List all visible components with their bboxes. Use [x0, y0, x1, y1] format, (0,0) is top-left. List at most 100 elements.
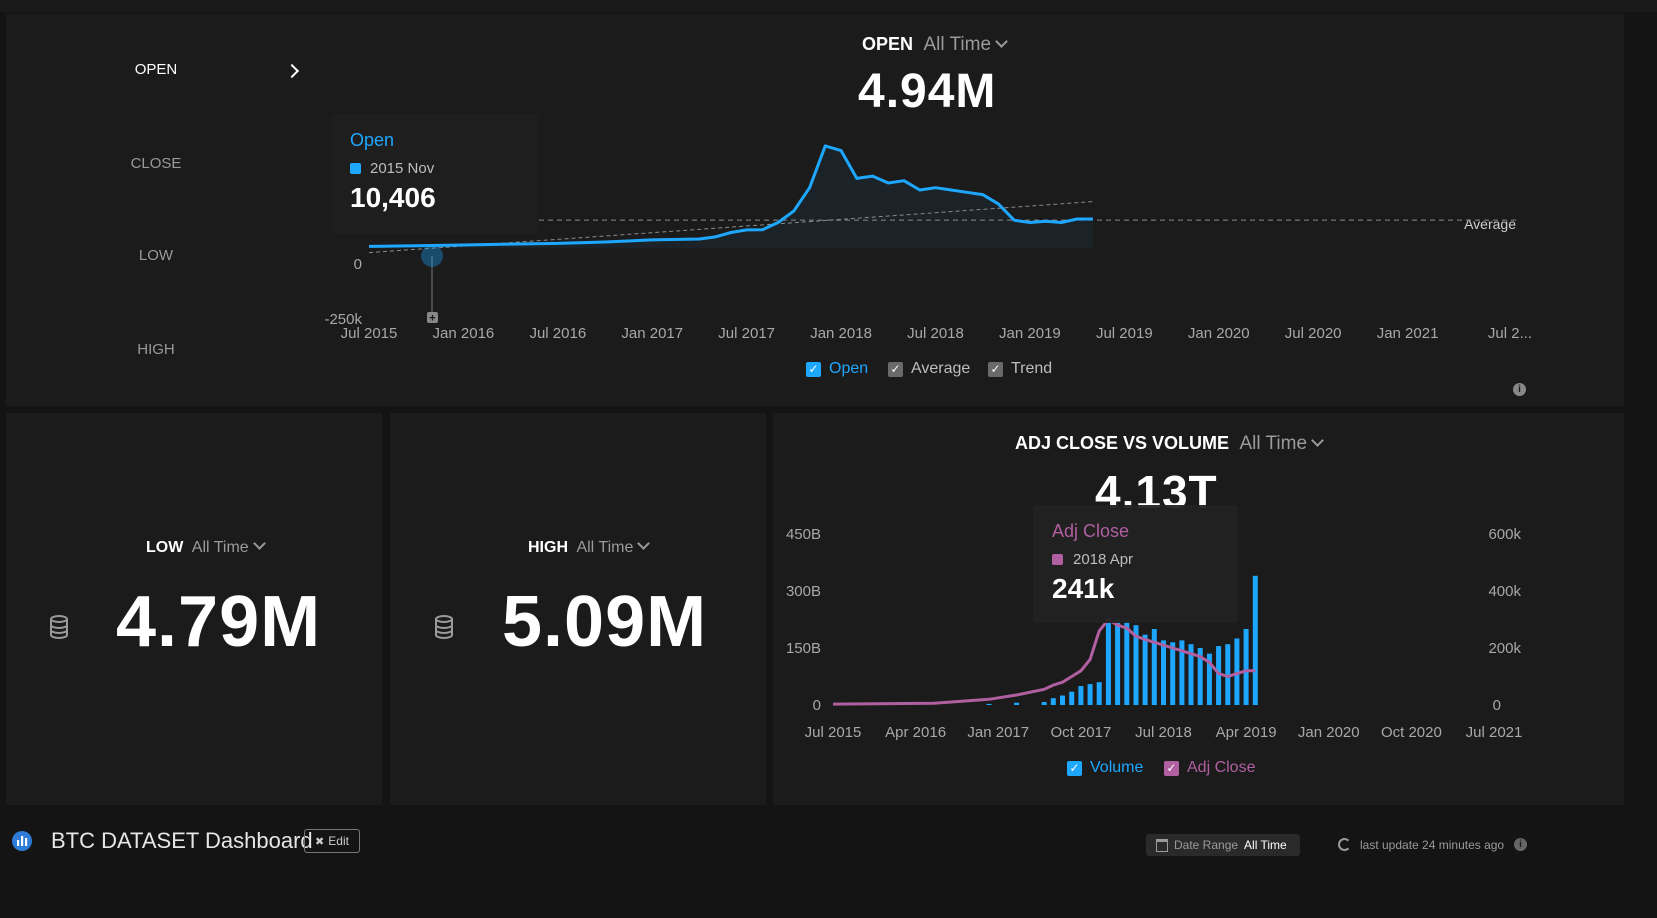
date-range-value: All Time [1244, 838, 1287, 852]
open-legend-average[interactable]: ✓ Average [888, 360, 970, 378]
volume-bar [1105, 617, 1111, 705]
volume-bar [1124, 621, 1130, 705]
adj-legend-volume[interactable]: ✓ Volume [1067, 759, 1143, 777]
open-x-tick-label: Jan 2018 [810, 325, 872, 342]
legend-label: Adj Close [1187, 759, 1256, 776]
volume-bar [1243, 629, 1249, 705]
checkbox-checked-icon: ✓ [1164, 760, 1179, 776]
adj-yleft-3: 0 [813, 697, 821, 714]
open-legend-open[interactable]: ✓ Open [806, 360, 868, 378]
adj-yleft-0: 450B [786, 526, 821, 543]
adj-legend-adjclose[interactable]: ✓ Adj Close [1164, 759, 1255, 777]
volume-bar [986, 703, 992, 705]
adj-x-tick-label: Jul 2021 [1466, 724, 1523, 741]
date-range-label: Date Range [1174, 838, 1239, 852]
adj-x-tick-label: Jul 2018 [1135, 724, 1192, 741]
high-period-label: All Time [576, 539, 634, 556]
database-icon [435, 615, 453, 639]
open-x-tick-label: Jan 2016 [433, 325, 495, 342]
volume-bar [1078, 686, 1084, 705]
open-x-tick-label: Jan 2017 [621, 325, 683, 342]
edit-label: Edit [328, 834, 349, 848]
checkbox-checked-icon: ✓ [888, 361, 903, 377]
adj-x-tick-label: Oct 2020 [1381, 724, 1442, 741]
legend-label: Volume [1090, 759, 1144, 776]
open-x-tick-label: Jul 2016 [529, 325, 586, 342]
open-x-tick-label: Jul 2017 [718, 325, 775, 342]
tooltip-period: 2015 Nov [370, 160, 435, 177]
open-legend-trend[interactable]: ✓ Trend [988, 360, 1052, 378]
hover-point [421, 245, 443, 267]
low-period-label: All Time [191, 539, 249, 556]
volume-bar [1252, 575, 1258, 705]
adj-x-tick-label: Apr 2016 [885, 724, 946, 741]
volume-bar [1069, 691, 1075, 705]
checkbox-checked-icon: ✓ [1067, 760, 1082, 776]
high-value: 5.09M [502, 582, 708, 662]
low-title: LOW [146, 539, 184, 556]
high-panel: HIGH All Time 5.09M [390, 413, 766, 805]
volume-bar [1041, 702, 1047, 705]
legend-label: Trend [1011, 360, 1053, 377]
tooltip-period: 2018 Apr [1073, 551, 1134, 568]
volume-bar [1115, 619, 1121, 705]
open-x-tick-label: Jan 2021 [1377, 325, 1439, 342]
high-header: HIGH All Time [528, 537, 651, 557]
volume-bar [1161, 640, 1166, 705]
edit-button[interactable]: ✖ Edit [304, 829, 360, 853]
dashboard-logo-icon [12, 831, 32, 851]
chevron-down-icon [252, 537, 266, 550]
low-period-select[interactable]: All Time [191, 537, 266, 556]
open-panel: OPEN CLOSE LOW HIGH OPEN All Time 4.94M … [6, 14, 1624, 406]
volume-bar [1060, 695, 1065, 705]
tooltip-swatch [350, 163, 361, 174]
adj-yleft-1: 300B [786, 583, 821, 600]
volume-bar [1096, 682, 1102, 705]
low-header: LOW All Time [146, 537, 266, 557]
volume-bar [1142, 634, 1148, 705]
tooltip-value: 10,406 [350, 182, 436, 213]
low-value: 4.79M [116, 582, 322, 662]
adj-tooltip: Adj Close 2018 Apr 241k [1033, 505, 1238, 623]
adj-x-tick-label: Oct 2017 [1050, 724, 1111, 741]
adj-x-tick-label: Apr 2019 [1216, 724, 1277, 741]
info-icon[interactable]: i [1513, 383, 1526, 396]
volume-bar [1170, 642, 1176, 705]
adj-yright-1: 400k [1488, 583, 1521, 600]
info-icon[interactable]: i [1514, 838, 1527, 851]
footer: BTC DATASET Dashboard ✖ Edit Date Range … [0, 812, 1657, 862]
open-x-tick-label: Jan 2020 [1188, 325, 1250, 342]
tooltip-swatch [1052, 554, 1063, 565]
open-x-tick-label: Jul 2019 [1096, 325, 1153, 342]
volume-bar [1050, 698, 1056, 705]
adj-x-tick-label: Jan 2017 [967, 724, 1029, 741]
plus-icon-glyph: + [429, 313, 435, 325]
open-chart: 0 -250k Average Jul 2015 Jan 2016 Jul 2016… [324, 144, 1532, 342]
volume-bar [1014, 702, 1020, 705]
last-update: last update 24 minutes ago [1360, 838, 1505, 852]
volume-bar [1087, 684, 1093, 705]
dashboard-title: BTC DATASET Dashboard [51, 828, 313, 853]
average-label: Average [1464, 216, 1516, 232]
tooltip-series: Open [350, 130, 395, 150]
open-tooltip: Open 2015 Nov 10,406 [332, 114, 539, 234]
adj-x-tick-label: Jan 2020 [1298, 724, 1360, 741]
database-icon [50, 615, 68, 639]
low-panel: LOW All Time 4.79M [6, 413, 382, 805]
adj-yright-2: 200k [1488, 640, 1521, 657]
high-period-select[interactable]: All Time [576, 537, 651, 556]
tooltip-series: Adj Close [1052, 521, 1130, 541]
open-x-tick-label: Jul 2020 [1285, 325, 1342, 342]
top-strip [0, 0, 1657, 12]
refresh-icon[interactable] [1338, 838, 1351, 851]
high-title: HIGH [528, 539, 568, 556]
adj-yright-3: 0 [1493, 697, 1501, 714]
open-x-tick-label: Jul 2... [1488, 325, 1532, 342]
open-x-tick-label: Jul 2018 [907, 325, 964, 342]
close-icon: ✖ [315, 835, 325, 848]
checkbox-checked-icon: ✓ [988, 361, 1003, 377]
date-range-control[interactable]: Date Range All Time [1146, 834, 1300, 856]
adj-x-tick-label: Jul 2015 [805, 724, 862, 741]
open-x-tick-label: Jan 2019 [999, 325, 1061, 342]
adj-yleft-2: 150B [786, 640, 821, 657]
